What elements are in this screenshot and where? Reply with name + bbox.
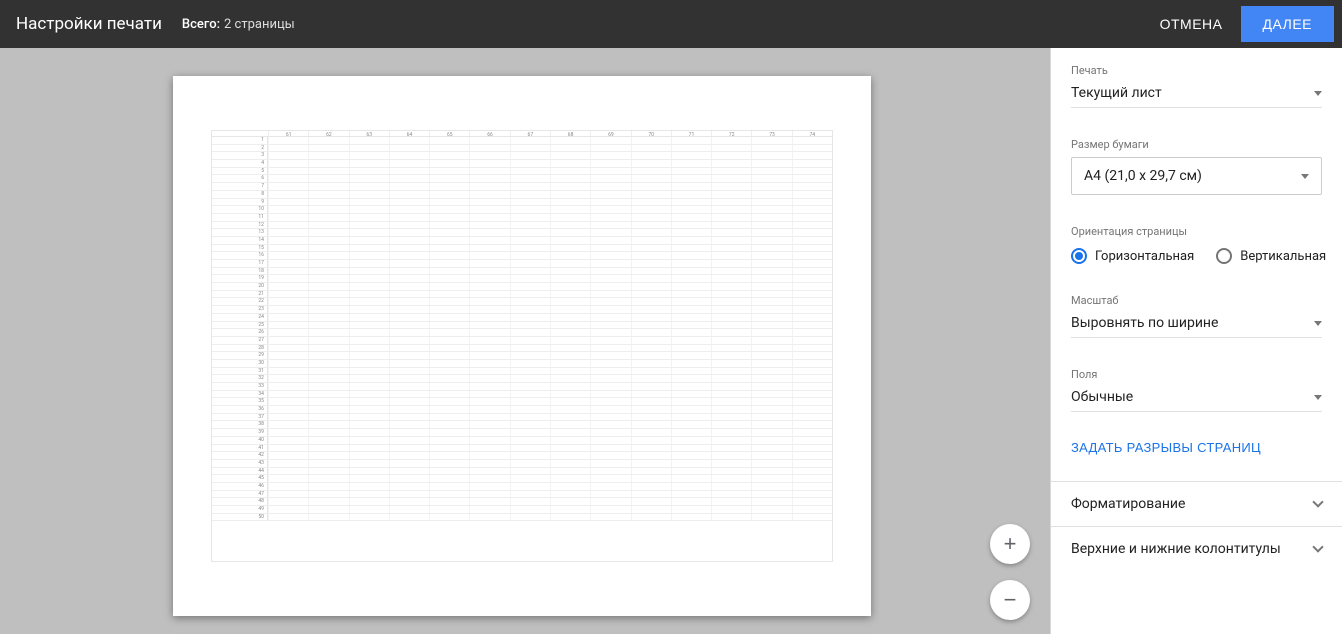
chevron-down-icon — [1312, 496, 1323, 507]
margins-select[interactable]: Обычные — [1071, 387, 1322, 412]
page-title: Настройки печати — [16, 14, 162, 34]
caret-down-icon — [1314, 321, 1322, 326]
caret-down-icon — [1314, 395, 1322, 400]
zoom-out-button[interactable]: − — [990, 580, 1030, 620]
paper-size-value: A4 (21,0 x 29,7 см) — [1084, 168, 1202, 184]
margins-label: Поля — [1071, 368, 1322, 381]
headers-footers-label: Верхние и нижние колонтитулы — [1071, 541, 1281, 557]
scale-select[interactable]: Выровнять по ширине — [1071, 313, 1322, 338]
header: Настройки печати Всего: 2 страницы ОТМЕН… — [0, 0, 1342, 48]
radio-icon — [1216, 248, 1232, 264]
page-breaks-button[interactable]: ЗАДАТЬ РАЗРЫВЫ СТРАНИЦ — [1071, 432, 1261, 463]
print-value: Текущий лист — [1071, 85, 1162, 101]
orientation-vertical[interactable]: Вертикальная — [1216, 248, 1326, 264]
total-value: 2 страницы — [224, 17, 295, 32]
scale-value: Выровнять по ширине — [1071, 315, 1218, 331]
paper-size-select[interactable]: A4 (21,0 x 29,7 см) — [1071, 157, 1322, 195]
next-button[interactable]: ДАЛЕЕ — [1241, 6, 1335, 42]
preview-page-1: 6162636465666768697071727374123456789101… — [173, 76, 871, 616]
scale-label: Масштаб — [1071, 294, 1322, 307]
cancel-button[interactable]: ОТМЕНА — [1142, 6, 1241, 42]
chevron-down-icon — [1312, 541, 1323, 552]
caret-down-icon — [1301, 174, 1309, 179]
print-label: Печать — [1071, 64, 1322, 77]
orientation-vertical-label: Вертикальная — [1240, 249, 1326, 264]
margins-value: Обычные — [1071, 389, 1133, 405]
preview-area[interactable]: 6162636465666768697071727374123456789101… — [0, 48, 1050, 634]
formatting-section[interactable]: Форматирование — [1051, 481, 1342, 526]
orientation-label: Ориентация страницы — [1071, 225, 1322, 238]
orientation-horizontal-label: Горизонтальная — [1095, 249, 1194, 264]
sidebar: Печать Текущий лист Размер бумаги A4 (21… — [1050, 48, 1342, 634]
paper-size-label: Размер бумаги — [1071, 138, 1322, 151]
headers-footers-section[interactable]: Верхние и нижние колонтитулы — [1051, 526, 1342, 571]
formatting-label: Форматирование — [1071, 496, 1185, 512]
total-label: Всего: — [182, 17, 220, 32]
orientation-horizontal[interactable]: Горизонтальная — [1071, 248, 1194, 264]
print-select[interactable]: Текущий лист — [1071, 83, 1322, 108]
radio-icon — [1071, 248, 1087, 264]
caret-down-icon — [1314, 91, 1322, 96]
zoom-in-button[interactable]: + — [990, 524, 1030, 564]
